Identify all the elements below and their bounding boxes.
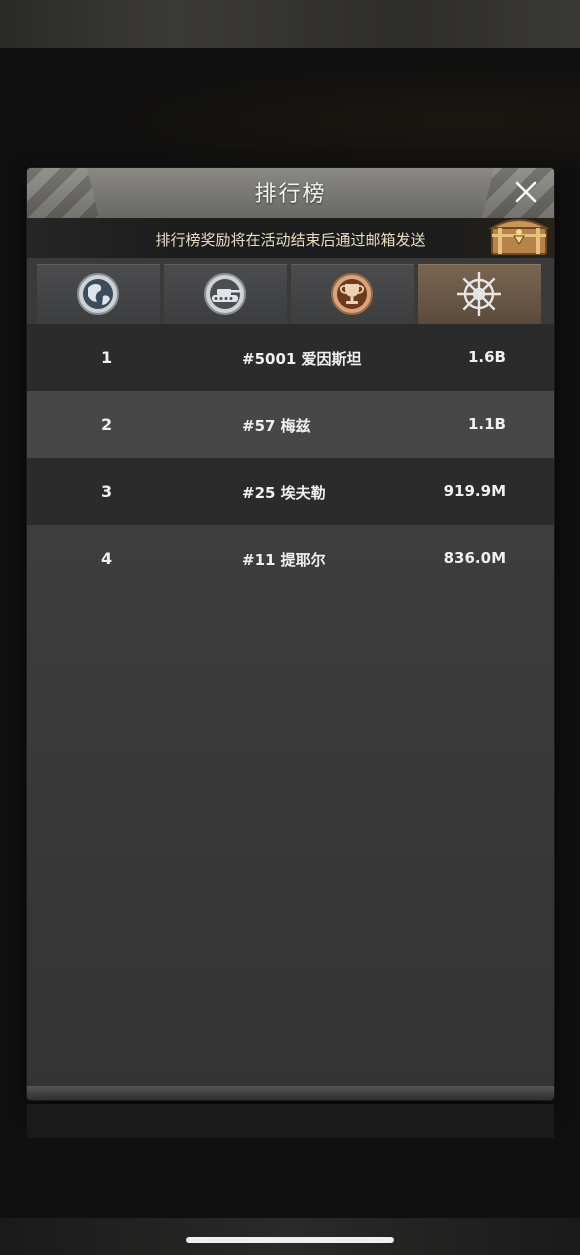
globe-icon — [77, 273, 119, 315]
rank-number: 2 — [101, 415, 113, 434]
trophy-icon — [331, 273, 373, 315]
score-value: 919.9M — [443, 482, 506, 500]
score-value: 1.6B — [467, 348, 506, 366]
server-player-name: #57 梅兹 — [242, 417, 311, 435]
game-screen: 排行榜 排行榜奖励将在活动结束后通过邮箱发送 1 #5001 爱因斯坦 1.6B… — [0, 0, 580, 1255]
panel-bottom-edge — [27, 1086, 554, 1100]
score-value: 1.1B — [467, 415, 506, 433]
reward-notice-text: 排行榜奖励将在活动结束后通过邮箱发送 — [155, 231, 426, 249]
score-value: 836.0M — [443, 549, 506, 567]
rank-number: 1 — [101, 348, 113, 367]
tab-tank[interactable] — [164, 264, 287, 324]
treasure-chest-icon — [488, 219, 550, 255]
reward-notice-bar: 排行榜奖励将在活动结束后通过邮箱发送 — [27, 218, 554, 258]
tab-trophy[interactable] — [291, 264, 414, 324]
tab-alliance[interactable] — [418, 264, 541, 324]
reward-chest-button[interactable] — [486, 210, 552, 258]
rank-number: 3 — [101, 482, 113, 501]
leaderboard-panel: 排行榜 排行榜奖励将在活动结束后通过邮箱发送 1 #5001 爱因斯坦 1.6B… — [27, 168, 554, 1100]
leaderboard-row[interactable]: 4 #11 提耶尔 836.0M — [27, 525, 554, 592]
background-overlay — [0, 48, 580, 168]
server-player-name: #11 提耶尔 — [242, 551, 326, 569]
tank-icon — [204, 273, 246, 315]
leaderboard-row[interactable]: 3 #25 埃夫勒 919.9M — [27, 458, 554, 525]
server-player-name: #5001 爱因斯坦 — [242, 350, 362, 368]
close-icon — [515, 181, 537, 203]
server-player-name: #25 埃夫勒 — [242, 484, 326, 502]
leaderboard-tabs — [27, 264, 554, 324]
title-bar: 排行榜 — [27, 168, 554, 218]
page-title: 排行榜 — [254, 182, 327, 207]
leaderboard-list: 1 #5001 爱因斯坦 1.6B 2 #57 梅兹 1.1B 3 #25 埃夫… — [27, 324, 554, 1100]
background-top — [0, 0, 580, 48]
rank-number: 4 — [101, 549, 113, 568]
leaderboard-row[interactable]: 2 #57 梅兹 1.1B — [27, 391, 554, 458]
leaderboard-row[interactable]: 1 #5001 爱因斯坦 1.6B — [27, 324, 554, 391]
ship-wheel-icon — [457, 272, 501, 316]
close-button[interactable] — [512, 178, 540, 206]
tab-global[interactable] — [37, 264, 160, 324]
home-indicator[interactable] — [186, 1237, 394, 1243]
panel-shadow — [27, 1104, 554, 1138]
